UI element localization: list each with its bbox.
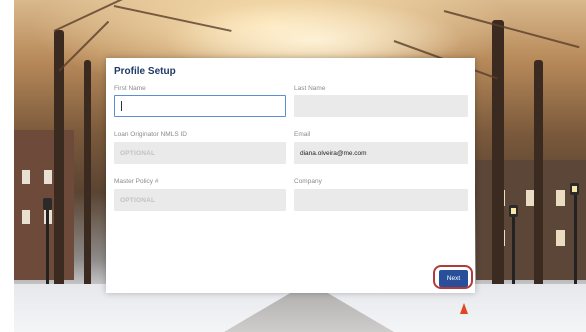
street-lamp-light (572, 186, 577, 192)
profile-setup-card: Profile Setup First Name Last Name Loan … (106, 58, 475, 293)
email-value: diana.olveira@me.com (300, 149, 367, 157)
company-field[interactable] (294, 189, 468, 211)
tree-branch (53, 0, 136, 32)
last-name-field[interactable] (294, 95, 468, 117)
house-window (556, 190, 565, 206)
email-field[interactable]: diana.olveira@me.com (294, 142, 468, 164)
email-label: Email (294, 131, 311, 138)
next-button[interactable]: Next (439, 270, 468, 287)
tree-trunk (534, 60, 543, 300)
nmls-id-label: Loan Originator NMLS ID (114, 131, 187, 138)
tree-trunk (492, 20, 504, 300)
nmls-id-field[interactable]: OPTIONAL (114, 142, 286, 164)
company-label: Company (294, 178, 322, 185)
street-lamp-head (43, 198, 52, 210)
master-policy-label: Master Policy # (114, 178, 159, 185)
master-policy-field[interactable]: OPTIONAL (114, 189, 286, 211)
house-window (44, 170, 52, 184)
nmls-id-placeholder: OPTIONAL (120, 149, 156, 157)
house-window (556, 230, 565, 246)
house-window (22, 210, 30, 224)
text-caret (121, 101, 122, 111)
first-name-label: First Name (114, 85, 146, 92)
last-name-label: Last Name (294, 85, 326, 92)
traffic-cone (460, 303, 468, 314)
page-margin (0, 0, 14, 332)
first-name-field[interactable] (114, 95, 286, 117)
house-window (22, 170, 30, 184)
tree-branch (443, 10, 580, 49)
street-lamp-light (511, 208, 516, 214)
master-policy-placeholder: OPTIONAL (120, 196, 156, 204)
tree-trunk (84, 60, 91, 290)
page-title: Profile Setup (114, 66, 176, 77)
